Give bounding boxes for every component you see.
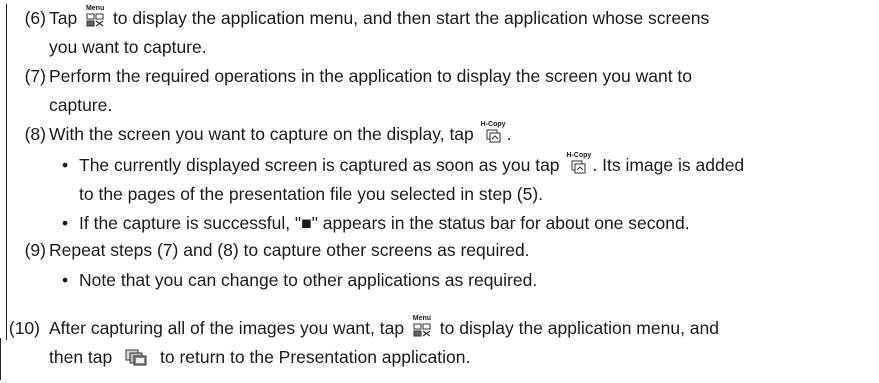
- menu-icon: Menu: [411, 315, 433, 338]
- text-segment: you want to capture.: [49, 37, 207, 57]
- text-segment: capture.: [49, 95, 113, 115]
- text-segment: If the capture is successful, "■" appear…: [79, 213, 690, 233]
- text-segment: then tap: [49, 347, 118, 367]
- text-segment: Repeat steps (7) and (8) to capture othe…: [49, 240, 530, 260]
- h-copy-icon: H-Copy: [480, 121, 506, 144]
- text-segment: . Its image is added: [592, 155, 745, 175]
- bullet-text-line: Note that you can change to other applic…: [79, 270, 537, 291]
- h-copy-icon: H-Copy: [566, 152, 592, 175]
- step-number: (9): [24, 240, 46, 260]
- bullet-dot: •: [62, 155, 69, 175]
- step-text-line: Repeat steps (7) and (8) to capture othe…: [49, 240, 530, 261]
- text-segment: After capturing all of the images you wa…: [49, 318, 409, 338]
- text-segment: The currently displayed screen is captur…: [79, 155, 565, 175]
- h-copy-icon-caption: H-Copy: [480, 121, 506, 128]
- text-segment: to display the application menu, and: [434, 318, 719, 338]
- step-number: (8): [24, 124, 46, 144]
- text-segment: Perform the required operations in the a…: [49, 66, 693, 86]
- text-segment: .: [506, 124, 512, 144]
- step-number: (10): [8, 318, 40, 338]
- step-text-line: then tap to return to the Presentation a…: [49, 347, 470, 368]
- step-text-line: Tap Menu to display the application menu…: [49, 5, 710, 29]
- left-margin-rule-lower: [0, 338, 1, 380]
- bullet-text-line: If the capture is successful, "■" appear…: [79, 213, 690, 234]
- step-text-line: With the screen you want to capture on t…: [49, 121, 512, 145]
- step-text-line: After capturing all of the images you wa…: [49, 315, 719, 339]
- bullet-dot: •: [62, 213, 69, 233]
- text-segment: Tap: [49, 8, 83, 28]
- step-text-line: you want to capture.: [49, 37, 207, 58]
- left-margin-rule: [6, 4, 7, 340]
- step-number: (7): [24, 66, 46, 86]
- h-copy-icon-caption: H-Copy: [566, 152, 592, 159]
- text-segment: to display the application menu, and the…: [108, 8, 710, 28]
- step-text-line: capture.: [49, 95, 112, 116]
- bullet-text-line: The currently displayed screen is captur…: [79, 152, 745, 176]
- menu-icon-caption: Menu: [85, 5, 105, 12]
- menu-icon-caption: Menu: [412, 315, 432, 322]
- bullet-dot: •: [62, 270, 69, 290]
- presentation-icon: [123, 347, 149, 367]
- text-segment: to return to the Presentation applicatio…: [155, 347, 471, 367]
- text-segment: to the pages of the presentation file yo…: [79, 184, 544, 204]
- bullet-text-line: to the pages of the presentation file yo…: [79, 184, 543, 205]
- step-number: (6): [24, 8, 46, 28]
- text-segment: With the screen you want to capture on t…: [49, 124, 479, 144]
- menu-icon: Menu: [84, 5, 106, 28]
- step-text-line: Perform the required operations in the a…: [49, 66, 692, 87]
- text-segment: Note that you can change to other applic…: [79, 270, 538, 290]
